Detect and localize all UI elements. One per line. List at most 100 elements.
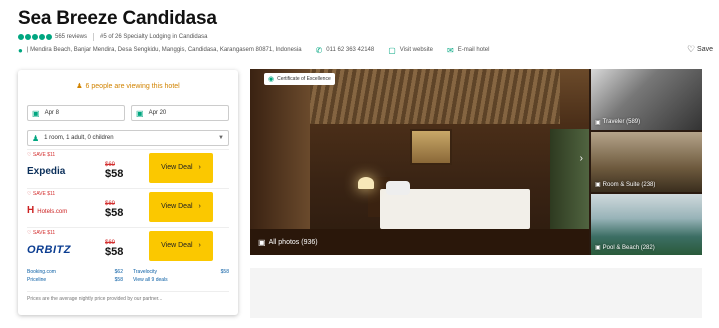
view-deal-button[interactable]: View Deal › — [149, 191, 213, 222]
reviews-link[interactable]: 565 reviews — [55, 34, 87, 40]
current-price: $58 — [105, 206, 124, 219]
envelope-icon: ✉ — [447, 45, 454, 55]
photo-window — [410, 129, 452, 165]
chevron-right-icon: › — [198, 164, 201, 171]
date-pickers: ▣ Apr 8 ▣ Apr 20 — [27, 105, 229, 121]
chevron-right-icon[interactable]: › — [580, 153, 583, 164]
info-row: ● | Mendira Beach, Banjar Mendira, Desa … — [18, 45, 708, 55]
thumbnail-traveler[interactable]: ▣ Traveler (589) — [591, 69, 702, 130]
guests-icon: ♟ — [32, 133, 40, 143]
rating-bubble-icon — [18, 34, 24, 40]
photo-bed — [380, 189, 530, 229]
ranking-link[interactable]: #5 of 26 Specialty Lodging in Candidasa — [100, 34, 207, 40]
rating-row: 565 reviews #5 of 26 Specialty Lodging i… — [18, 32, 708, 42]
check-in-field[interactable]: ▣ Apr 8 — [27, 105, 125, 121]
map-pin-icon: ● — [18, 45, 23, 55]
rating-bubble-icon — [25, 34, 31, 40]
check-out-value: Apr 20 — [148, 110, 167, 116]
offer-row: ♡ SAVE $11 H Hotels.com $69 $58 View Deal… — [27, 188, 229, 224]
guests-selector[interactable]: ♟ 1 room, 1 adult, 0 children ▼ — [27, 130, 229, 146]
photo-lamp — [358, 177, 374, 189]
rating-bubbles[interactable] — [18, 34, 52, 40]
more-price-item[interactable]: Priceline $58 — [27, 277, 123, 283]
save-label: Save — [697, 46, 713, 53]
chevron-down-icon: ▼ — [218, 135, 224, 141]
camera-icon: ▣ — [595, 245, 601, 252]
chevron-right-icon: › — [198, 242, 201, 249]
price-block: $69 $58 — [105, 234, 145, 258]
more-prices: Booking.com $62 Travelocity $58 Pricelin… — [27, 269, 229, 283]
current-price: $58 — [105, 245, 124, 258]
check-in-value: Apr 8 — [44, 110, 59, 116]
phone-icon: ✆ — [315, 45, 323, 55]
owl-icon: ◉ — [268, 76, 275, 83]
certificate-badge: ◉ Certificate of Excellence — [264, 73, 335, 85]
email-hotel-link[interactable]: ✉ E-mail hotel — [447, 46, 489, 55]
save-tag: ♡ SAVE $11 — [27, 152, 56, 158]
offer-row: ♡ SAVE $11 ORBITZ $69 $58 View Deal › — [27, 227, 229, 263]
save-tag: ♡ SAVE $11 — [27, 191, 56, 197]
provider-logo-expedia: Expedia — [27, 166, 66, 177]
provider-logo-orbitz: ORBITZ — [27, 243, 71, 256]
visit-website-label: Visit website — [399, 47, 434, 53]
price-block: $69 $58 — [105, 156, 145, 180]
hotel-header: Sea Breeze Candidasa 565 reviews #5 of 2… — [18, 8, 708, 55]
all-photos-label: All photos (936) — [268, 239, 318, 246]
provider-logo-hotels: H Hotels.com — [27, 205, 68, 216]
price-block: $69 $58 — [105, 195, 145, 219]
view-deal-label: View Deal — [161, 242, 193, 249]
hotel-name: Sea Breeze Candidasa — [18, 8, 217, 29]
monitor-icon: ▢ — [388, 45, 396, 55]
thumbnail-label: ▣ Room & Suite (238) — [595, 181, 656, 189]
divider — [93, 33, 95, 41]
main-photo[interactable]: ◉ Certificate of Excellence ▣ All photos… — [250, 69, 589, 255]
viewing-text: 6 people are viewing this hotel — [85, 83, 180, 90]
more-price-value: $62 — [114, 269, 123, 275]
photo-gallery: ◉ Certificate of Excellence ▣ All photos… — [250, 69, 702, 255]
view-all-deals-link[interactable]: View all 9 deals — [133, 277, 229, 283]
chevron-right-icon: › — [198, 203, 201, 210]
price-footnote: Prices are the average nightly price pro… — [27, 291, 229, 302]
certificate-label: Certificate of Excellence — [277, 76, 331, 82]
rating-bubble-icon — [46, 34, 52, 40]
content-placeholder — [250, 268, 702, 318]
thumbnail-label: ▣ Pool & Beach (282) — [595, 244, 655, 252]
heart-icon: ♡ — [686, 44, 696, 54]
calendar-icon: ▣ — [136, 108, 144, 118]
guests-value: 1 room, 1 adult, 0 children — [44, 135, 114, 141]
rating-bubble-icon — [32, 34, 38, 40]
save-tag: ♡ SAVE $11 — [27, 230, 56, 236]
current-price: $58 — [105, 167, 124, 180]
calendar-icon: ▣ — [32, 108, 40, 118]
more-price-item[interactable]: Booking.com $62 — [27, 269, 123, 275]
view-deal-label: View Deal — [161, 164, 193, 171]
camera-icon: ▣ — [595, 182, 601, 189]
address-link[interactable]: | Mendira Beach, Banjar Mendira, Desa Se… — [27, 47, 302, 53]
more-price-name: Priceline — [27, 277, 47, 283]
photo-thumbnails: ▣ Traveler (589) ▣ Room & Suite (238) ▣ … — [591, 69, 702, 255]
thumbnail-room-suite[interactable]: ▣ Room & Suite (238) — [591, 131, 702, 193]
phone-link[interactable]: ✆ 011 62 363 42148 — [316, 46, 375, 55]
more-price-name: Booking.com — [27, 269, 56, 275]
photo-pillow — [386, 181, 410, 195]
visit-website-link[interactable]: ▢ Visit website — [388, 46, 433, 55]
thumbnail-label: ▣ Traveler (589) — [595, 119, 641, 126]
thumbnail-pool-beach[interactable]: ▣ Pool & Beach (282) — [591, 194, 702, 255]
photo-wall — [250, 69, 310, 255]
phone-number: 011 62 363 42148 — [326, 47, 375, 53]
more-price-item[interactable]: Travelocity $58 — [133, 269, 229, 275]
all-photos-link[interactable]: ▣ All photos (936) — [258, 238, 318, 247]
check-out-field[interactable]: ▣ Apr 20 — [131, 105, 229, 121]
more-price-value: $58 — [220, 269, 229, 275]
view-all-deals-label: View all 9 deals — [133, 277, 168, 283]
view-deal-label: View Deal — [161, 203, 193, 210]
people-icon: ♟ — [76, 83, 83, 90]
more-price-value: $58 — [114, 277, 123, 283]
rating-bubble-icon — [39, 34, 45, 40]
photo-roof — [300, 69, 560, 124]
save-button[interactable]: ♡ Save — [687, 44, 713, 55]
more-price-name: Travelocity — [133, 269, 157, 275]
view-deal-button[interactable]: View Deal › — [149, 230, 213, 261]
booking-panel: ♟ 6 people are viewing this hotel ▣ Apr 8… — [18, 70, 238, 315]
view-deal-button[interactable]: View Deal › — [149, 152, 213, 183]
